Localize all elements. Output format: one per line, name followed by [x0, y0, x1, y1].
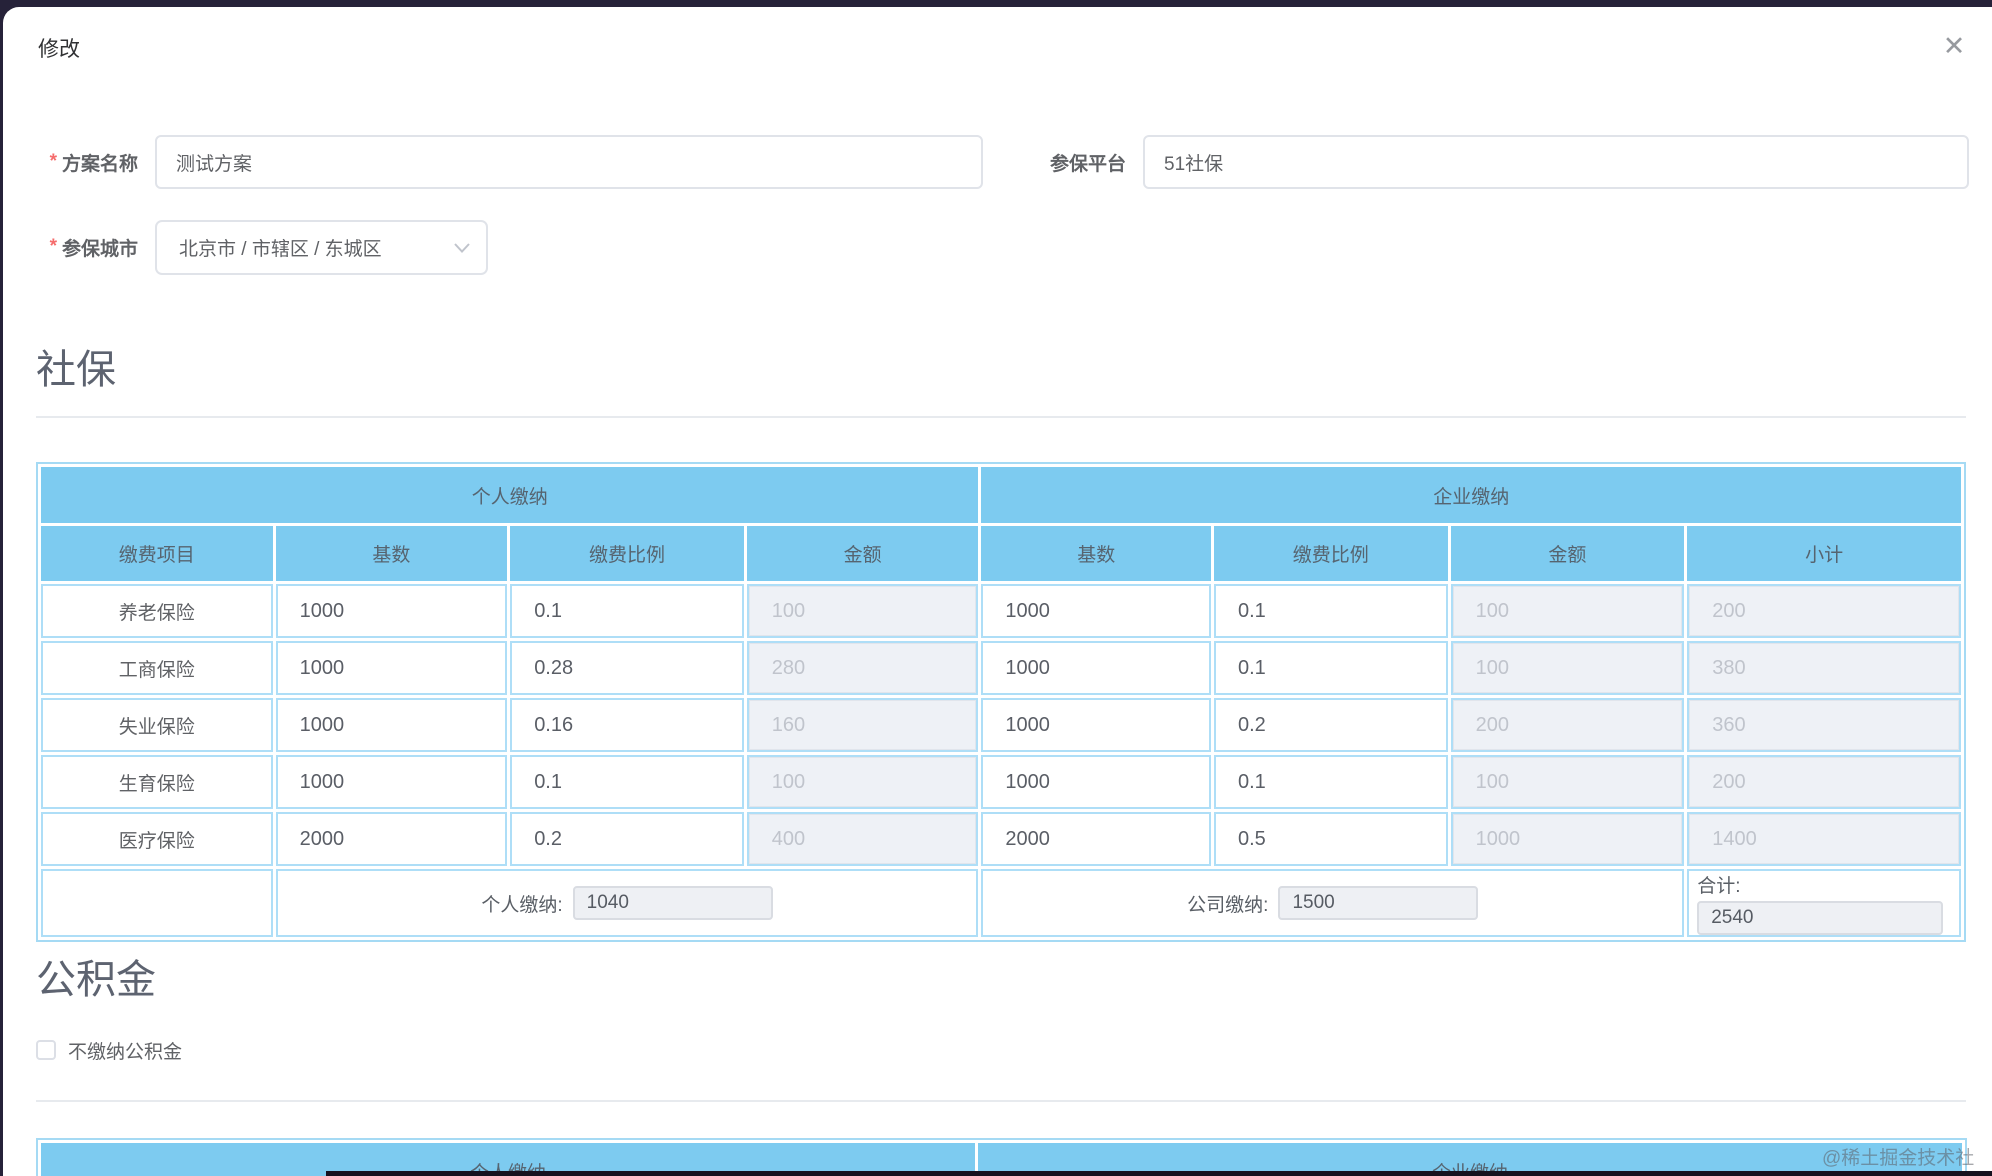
plan-name-label: 方案名称 — [23, 135, 138, 189]
shebao-table: 个人缴纳 企业缴纳 缴费项目 基数 缴费比例 金额 基数 缴费比例 金额 小计 … — [36, 462, 1966, 942]
bottom-edge-strip — [326, 1171, 1992, 1176]
table-column-header-row: 缴费项目 基数 缴费比例 金额 基数 缴费比例 金额 小计 — [41, 526, 1961, 581]
company-amount-input — [1453, 757, 1683, 807]
plan-name-input[interactable] — [155, 135, 983, 189]
table-footer-row: 个人缴纳: 公司缴纳: 合计: — [41, 869, 1961, 937]
company-ratio-input[interactable] — [1216, 757, 1446, 807]
grand-total-input[interactable] — [1697, 901, 1943, 935]
company-ratio-input[interactable] — [1216, 643, 1446, 693]
personal-base-input[interactable] — [278, 643, 506, 693]
personal-amount-input — [749, 757, 977, 807]
no-fund-checkbox-label: 不缴纳公积金 — [68, 1037, 182, 1064]
personal-ratio-input[interactable] — [512, 643, 742, 693]
col-header-company-ratio: 缴费比例 — [1214, 526, 1448, 581]
personal-amount-input — [749, 700, 977, 750]
company-ratio-input[interactable] — [1216, 814, 1446, 864]
col-header-company-amount: 金额 — [1451, 526, 1685, 581]
table-group-header-row: 个人缴纳 企业缴纳 — [41, 467, 1961, 523]
table-row-unemployment: 失业保险 — [41, 698, 1961, 752]
gongjijin-heading: 公积金 — [36, 947, 156, 1005]
company-group-header: 企业缴纳 — [981, 467, 1961, 523]
city-label: 参保城市 — [23, 220, 138, 274]
subtotal-input — [1689, 700, 1959, 750]
company-amount-input — [1453, 643, 1683, 693]
col-header-personal-amount: 金额 — [747, 526, 979, 581]
platform-input[interactable] — [1143, 135, 1969, 189]
divider — [36, 1100, 1966, 1102]
grand-total-label: 合计: — [1697, 875, 1953, 899]
footer-empty-cell — [41, 869, 273, 937]
company-total-input[interactable] — [1278, 886, 1478, 920]
col-header-personal-ratio: 缴费比例 — [510, 526, 744, 581]
personal-group-header: 个人缴纳 — [41, 467, 978, 523]
col-header-company-base: 基数 — [981, 526, 1211, 581]
no-fund-checkbox-row[interactable]: 不缴纳公积金 — [36, 1038, 182, 1062]
personal-base-input[interactable] — [278, 757, 506, 807]
company-base-input[interactable] — [983, 757, 1209, 807]
platform-label: 参保平台 — [1011, 135, 1126, 189]
personal-amount-input — [749, 643, 977, 693]
personal-total-cell: 个人缴纳: — [276, 869, 979, 937]
col-header-item: 缴费项目 — [41, 526, 273, 581]
company-base-input[interactable] — [983, 700, 1209, 750]
personal-base-input[interactable] — [278, 700, 506, 750]
company-amount-input — [1453, 586, 1683, 636]
fee-item-label: 工商保险 — [41, 641, 273, 695]
fee-item-label: 养老保险 — [41, 584, 273, 638]
fee-item-label: 医疗保险 — [41, 812, 273, 866]
chevron-down-icon — [454, 243, 470, 253]
fee-item-label: 生育保险 — [41, 755, 273, 809]
personal-base-input[interactable] — [278, 814, 506, 864]
col-header-personal-base: 基数 — [276, 526, 508, 581]
personal-amount-input — [749, 586, 977, 636]
company-base-input[interactable] — [983, 586, 1209, 636]
grand-total-cell: 合计: — [1687, 869, 1961, 937]
dialog-title: 修改 — [38, 33, 80, 63]
subtotal-input — [1689, 643, 1959, 693]
company-ratio-input[interactable] — [1216, 700, 1446, 750]
fee-item-label: 失业保险 — [41, 698, 273, 752]
city-cascader-value: 北京市 / 市辖区 / 东城区 — [157, 234, 454, 261]
watermark: @稀土掘金技术社区 — [1822, 1143, 1992, 1176]
personal-ratio-input[interactable] — [512, 757, 742, 807]
edit-dialog: 修改 ✕ 方案名称 参保平台 参保城市 北京市 / 市辖区 / 东城区 社保 个… — [3, 7, 1992, 1176]
company-base-input[interactable] — [983, 814, 1209, 864]
divider — [36, 416, 1966, 418]
table-row-medical: 医疗保险 — [41, 812, 1961, 866]
company-ratio-input[interactable] — [1216, 586, 1446, 636]
checkbox-icon[interactable] — [36, 1040, 56, 1060]
personal-amount-input — [749, 814, 977, 864]
personal-base-input[interactable] — [278, 586, 506, 636]
personal-total-input[interactable] — [573, 886, 773, 920]
personal-ratio-input[interactable] — [512, 586, 742, 636]
personal-total-label: 个人缴纳: — [481, 890, 562, 917]
subtotal-input — [1689, 757, 1959, 807]
company-total-cell: 公司缴纳: — [981, 869, 1684, 937]
shebao-heading: 社保 — [36, 337, 116, 395]
close-button[interactable]: ✕ — [1939, 31, 1969, 61]
company-amount-input — [1453, 700, 1683, 750]
company-amount-input — [1453, 814, 1683, 864]
subtotal-input — [1689, 586, 1959, 636]
city-cascader[interactable]: 北京市 / 市辖区 / 东城区 — [155, 220, 488, 275]
close-icon: ✕ — [1943, 31, 1966, 61]
personal-ratio-input[interactable] — [512, 700, 742, 750]
table-row-maternity: 生育保险 — [41, 755, 1961, 809]
table-row-industrial: 工商保险 — [41, 641, 1961, 695]
col-header-subtotal: 小计 — [1687, 526, 1961, 581]
page-backdrop: 修改 ✕ 方案名称 参保平台 参保城市 北京市 / 市辖区 / 东城区 社保 个… — [0, 0, 1992, 1176]
table-row-pension: 养老保险 — [41, 584, 1961, 638]
subtotal-input — [1689, 814, 1959, 864]
company-total-label: 公司缴纳: — [1187, 890, 1268, 917]
company-base-input[interactable] — [983, 643, 1209, 693]
personal-ratio-input[interactable] — [512, 814, 742, 864]
